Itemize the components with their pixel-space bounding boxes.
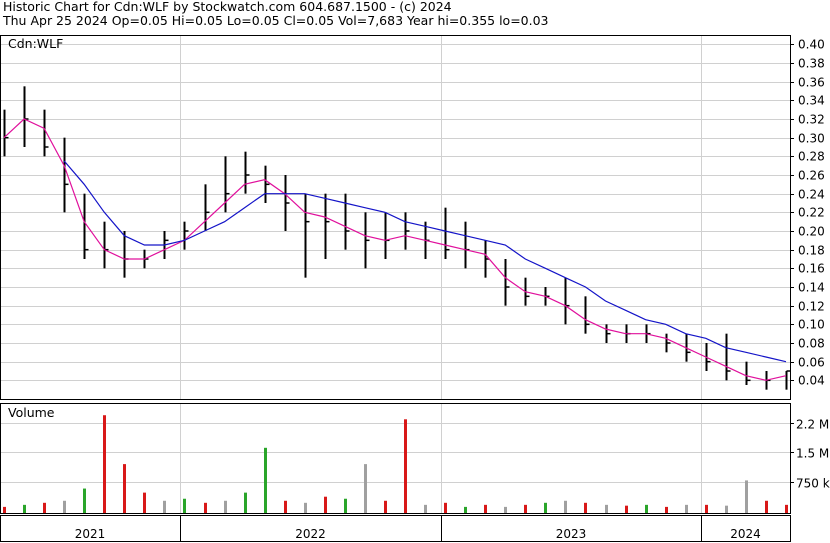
year-label: 2021 (75, 527, 106, 541)
volume-bar (304, 502, 307, 513)
volume-tick-label: 1.5 M (796, 447, 829, 461)
volume-bar (605, 504, 608, 513)
year-label: 2022 (295, 527, 326, 541)
volume-bar (23, 504, 26, 513)
volume-bar (484, 504, 487, 513)
price-tick-label: 0.08 (798, 337, 825, 351)
volume-bar (645, 504, 648, 513)
volume-panel (0, 403, 791, 514)
price-tick-label: 0.34 (798, 94, 825, 108)
volume-bar (3, 506, 6, 513)
price-tick-label: 0.10 (798, 318, 825, 332)
volume-bar (745, 480, 748, 513)
volume-bar (163, 500, 166, 513)
volume-bar (725, 505, 728, 513)
volume-bar (404, 419, 407, 513)
volume-tick-label: 2.2 M (796, 418, 829, 432)
volume-bar (524, 504, 527, 513)
price-tick-label: 0.06 (798, 356, 825, 370)
volume-bar (83, 488, 86, 513)
volume-bar (324, 496, 327, 513)
price-tick-label: 0.16 (798, 262, 825, 276)
year-label: 2024 (730, 527, 761, 541)
price-tick-label: 0.28 (798, 150, 825, 164)
volume-bar (123, 464, 126, 513)
volume-bar (244, 492, 247, 513)
volume-label: Volume (8, 405, 55, 420)
year-label: 2023 (556, 527, 587, 541)
price-tick-label: 0.36 (798, 76, 825, 90)
volume-bar (424, 504, 427, 513)
price-tick-label: 0.26 (798, 169, 825, 183)
price-tick-label: 0.24 (798, 188, 825, 202)
volume-bar (584, 502, 587, 513)
volume-bar (665, 506, 668, 513)
volume-bar (63, 500, 66, 513)
volume-bar (785, 504, 788, 513)
volume-bar (564, 500, 567, 513)
volume-bar (625, 505, 628, 513)
price-tick-label: 0.04 (798, 374, 825, 388)
volume-bar (464, 506, 467, 513)
volume-bar (685, 504, 688, 513)
volume-bar (504, 506, 507, 513)
volume-bar (444, 502, 447, 513)
price-tick-label: 0.14 (798, 281, 825, 295)
price-tick-label: 0.12 (798, 300, 825, 314)
volume-bar (143, 492, 146, 513)
volume-bar (344, 498, 347, 513)
volume-tick-label: 750 k (796, 477, 830, 491)
volume-bar (765, 500, 768, 513)
volume-bar (384, 500, 387, 513)
time-axis-panel (0, 515, 791, 542)
symbol-label: Cdn:WLF (8, 36, 63, 51)
volume-bar (264, 447, 267, 513)
volume-bar (705, 504, 708, 513)
volume-bar (43, 502, 46, 513)
volume-bar (364, 464, 367, 513)
price-tick-label: 0.18 (798, 244, 825, 258)
volume-bar (204, 502, 207, 513)
volume-bar (224, 500, 227, 513)
chart-page: Historic Chart for Cdn:WLF by Stockwatch… (0, 0, 830, 543)
volume-bar (544, 502, 547, 513)
volume-bar (284, 500, 287, 513)
price-tick-label: 0.40 (798, 38, 825, 52)
price-tick-label: 0.30 (798, 132, 825, 146)
volume-bar (183, 498, 186, 513)
price-tick-label: 0.22 (798, 206, 825, 220)
price-tick-label: 0.38 (798, 57, 825, 71)
price-tick-label: 0.32 (798, 113, 825, 127)
stock-chart: 0.40 0.38 0.36 0.34 0.32 0.30 0.28 0.26 0.24 0.22… (0, 35, 830, 542)
volume-bar (103, 415, 106, 513)
price-tick-label: 0.20 (798, 225, 825, 239)
